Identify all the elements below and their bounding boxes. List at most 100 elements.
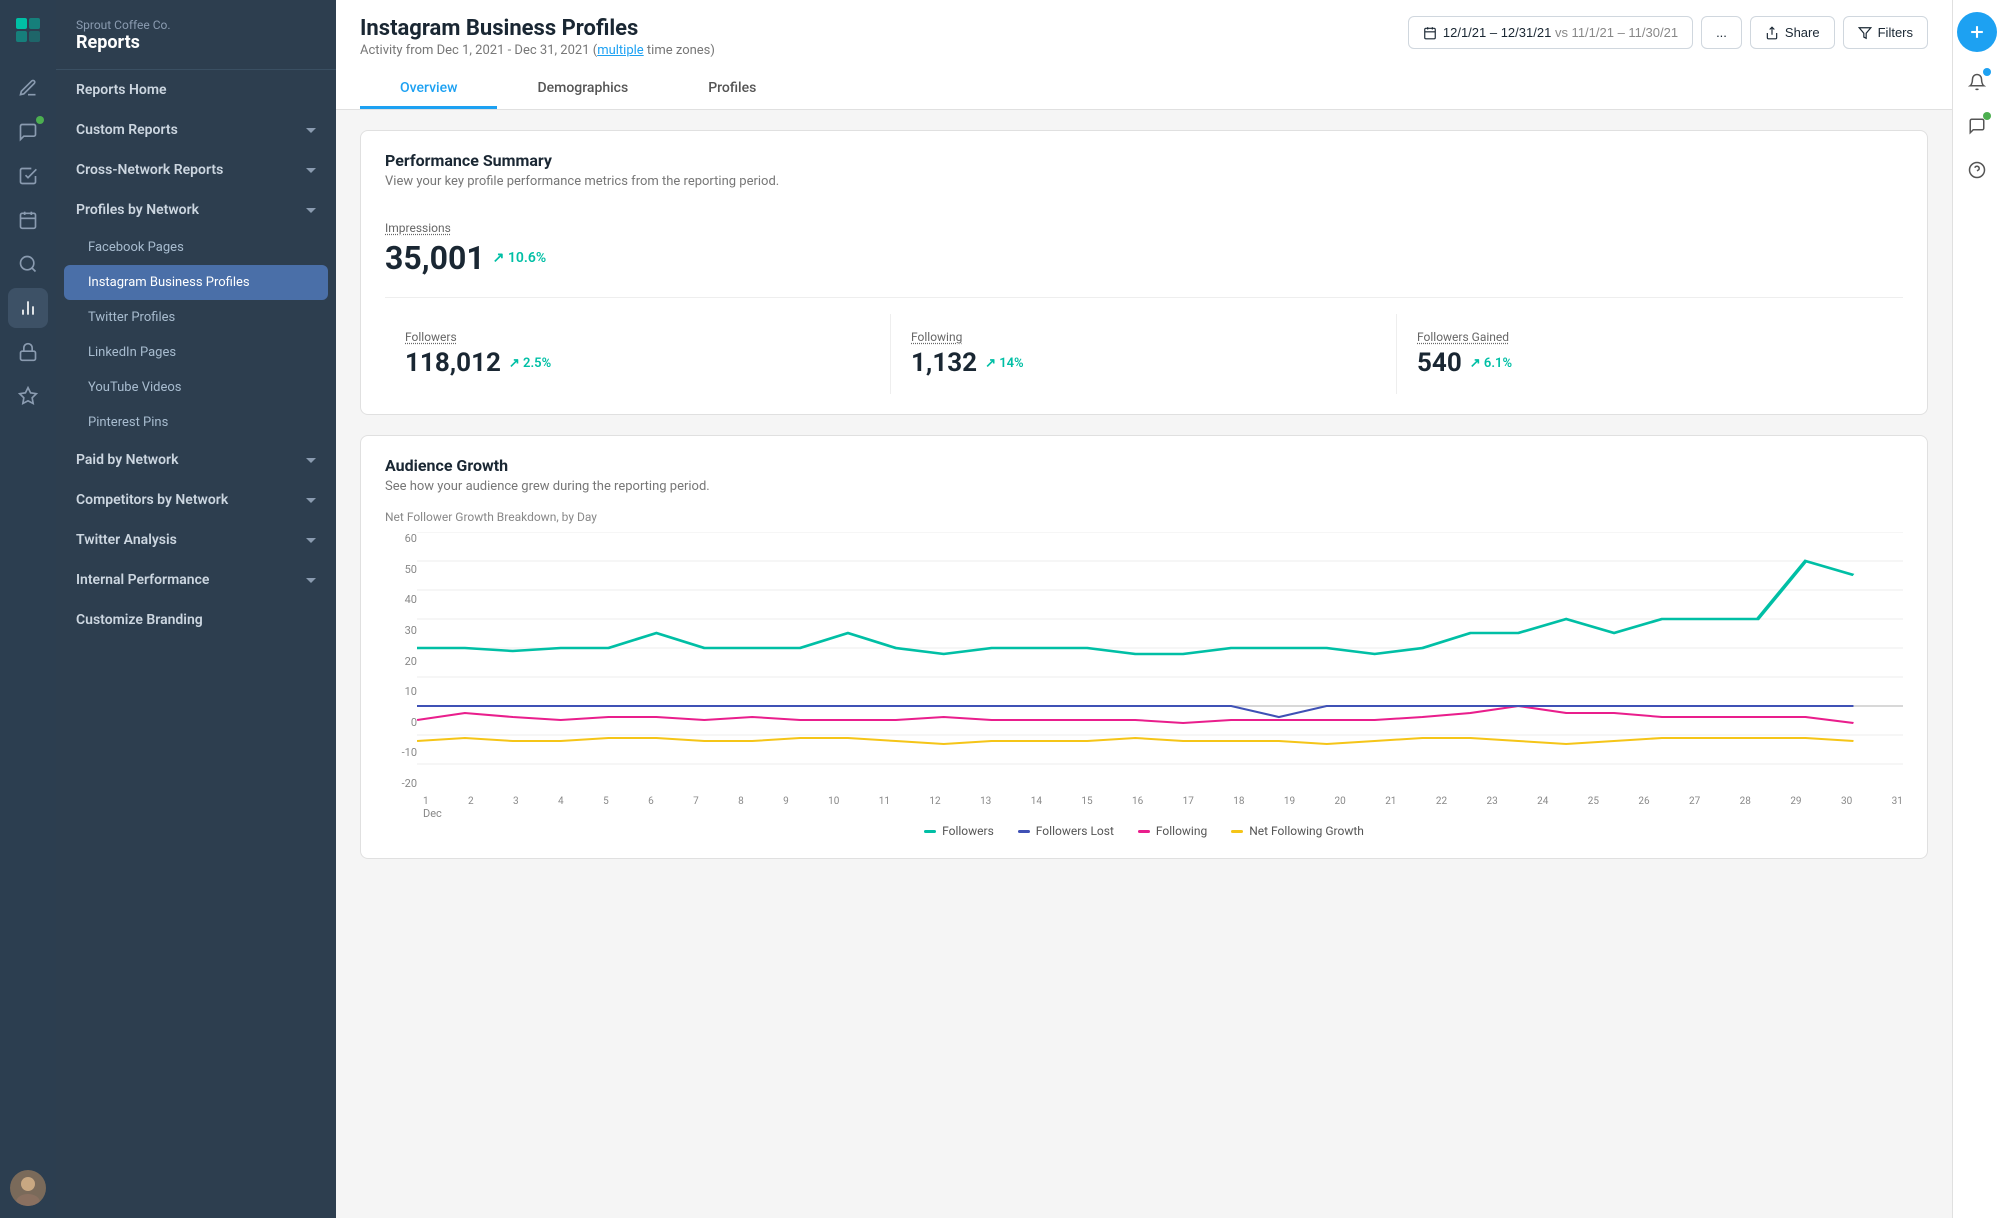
pinterest-label: Pinterest Pins — [88, 415, 168, 430]
custom-reports-chevron — [306, 128, 316, 133]
followers-cell: Followers 118,012 2.5% — [385, 314, 891, 394]
sidebar-sub-facebook[interactable]: Facebook Pages — [56, 230, 336, 265]
sidebar-sub-pinterest[interactable]: Pinterest Pins — [56, 405, 336, 440]
more-label: ... — [1716, 25, 1727, 40]
chart-container: 60 50 40 30 20 10 0 -10 -20 — [385, 532, 1903, 812]
y-60: 60 — [385, 532, 417, 545]
y-30: 30 — [385, 624, 417, 637]
filters-label: Filters — [1878, 25, 1913, 40]
followers-change: 2.5% — [509, 356, 551, 371]
create-button[interactable] — [1957, 12, 1997, 52]
net-growth-legend-dot — [1231, 830, 1243, 833]
nav-star-icon[interactable] — [8, 376, 48, 416]
cross-network-label: Cross-Network Reports — [76, 162, 223, 178]
followers-legend-label: Followers — [942, 824, 994, 838]
subtitle-link[interactable]: multiple — [597, 43, 644, 58]
header-actions: 12/1/21 – 12/31/21 vs 11/1/21 – 11/30/21… — [1408, 16, 1928, 49]
sidebar-sub-youtube[interactable]: YouTube Videos — [56, 370, 336, 405]
nav-tasks-icon[interactable] — [8, 156, 48, 196]
tabs: Overview Demographics Profiles — [360, 70, 1928, 109]
message-icon — [1968, 117, 1986, 135]
company-name: Sprout Coffee Co. — [76, 18, 316, 32]
followers-gained-value: 540 6.1% — [1417, 348, 1883, 378]
sidebar-item-internal-perf[interactable]: Internal Performance — [56, 560, 336, 600]
following-cell: Following 1,132 14% — [891, 314, 1397, 394]
reports-home-label: Reports Home — [76, 82, 167, 98]
followers-value: 118,012 2.5% — [405, 348, 870, 378]
bell-icon — [1968, 73, 1986, 91]
sidebar-item-competitors[interactable]: Competitors by Network — [56, 480, 336, 520]
y-20: 20 — [385, 655, 417, 668]
nav-compose-icon[interactable] — [8, 68, 48, 108]
impressions-change: 10.6% — [493, 250, 547, 266]
tab-profiles[interactable]: Profiles — [668, 70, 796, 109]
following-label: Following — [911, 330, 1376, 344]
sidebar-item-twitter-analysis[interactable]: Twitter Analysis — [56, 520, 336, 560]
youtube-label: YouTube Videos — [88, 380, 182, 395]
nav-listening-icon[interactable] — [8, 244, 48, 284]
x-axis-month: Dec — [385, 807, 1903, 820]
facebook-label: Facebook Pages — [88, 240, 184, 255]
notifications-button[interactable] — [1959, 64, 1995, 100]
main-content: Instagram Business Profiles Activity fro… — [336, 0, 1952, 1218]
page-header: Instagram Business Profiles Activity fro… — [336, 0, 1952, 110]
followers-line — [417, 561, 1853, 654]
followers-gained-label: Followers Gained — [1417, 330, 1883, 344]
twitter-analysis-chevron — [306, 538, 316, 543]
legend-following: Following — [1138, 824, 1207, 838]
sidebar-item-custom-reports[interactable]: Custom Reports — [56, 110, 336, 150]
subtitle-pre: Activity from Dec 1, 2021 - Dec 31, 2021… — [360, 43, 597, 58]
user-avatar[interactable] — [10, 1170, 46, 1206]
app-title: Reports — [76, 32, 316, 53]
metrics-row: Followers 118,012 2.5% Following 1,132 1… — [385, 314, 1903, 394]
linkedin-label: LinkedIn Pages — [88, 345, 176, 360]
impressions-section: Impressions 35,001 10.6% — [385, 205, 1903, 298]
sidebar-item-customize-branding[interactable]: Customize Branding — [56, 600, 336, 640]
performance-summary-card: Performance Summary View your key profil… — [360, 130, 1928, 415]
tab-overview[interactable]: Overview — [360, 70, 497, 109]
nav-publish-icon[interactable] — [8, 200, 48, 240]
y-50: 50 — [385, 563, 417, 576]
nav-bot-icon[interactable] — [8, 332, 48, 372]
date-range-text: 12/1/21 – 12/31/21 vs 11/1/21 – 11/30/21 — [1443, 25, 1678, 40]
sidebar-item-profiles-by-network[interactable]: Profiles by Network — [56, 190, 336, 230]
sidebar-sub-linkedin[interactable]: LinkedIn Pages — [56, 335, 336, 370]
sidebar-item-paid-by-network[interactable]: Paid by Network — [56, 440, 336, 480]
content-area: Performance Summary View your key profil… — [336, 110, 1952, 1218]
following-legend-label: Following — [1156, 824, 1207, 838]
messages-button[interactable] — [1959, 108, 1995, 144]
nav-inbox-icon[interactable] — [8, 112, 48, 152]
logo-icon[interactable] — [10, 12, 46, 48]
help-button[interactable] — [1959, 152, 1995, 188]
competitors-chevron — [306, 498, 316, 503]
create-icon — [1967, 22, 1987, 42]
perf-summary-subtitle: View your key profile performance metric… — [385, 174, 1903, 189]
subtitle-post: time zones) — [644, 43, 715, 58]
tab-demographics[interactable]: Demographics — [497, 70, 668, 109]
sidebar-item-reports-home[interactable]: Reports Home — [56, 70, 336, 110]
following-change: 14% — [985, 356, 1024, 371]
sidebar-item-cross-network[interactable]: Cross-Network Reports — [56, 150, 336, 190]
following-line — [417, 706, 1853, 723]
sidebar-sub-instagram[interactable]: Instagram Business Profiles — [64, 265, 328, 300]
date-range-button[interactable]: 12/1/21 – 12/31/21 vs 11/1/21 – 11/30/21 — [1408, 16, 1693, 49]
message-badge — [1983, 112, 1991, 120]
y-10: 10 — [385, 685, 417, 698]
following-value: 1,132 14% — [911, 348, 1376, 378]
sidebar-sub-twitter[interactable]: Twitter Profiles — [56, 300, 336, 335]
page-subtitle: Activity from Dec 1, 2021 - Dec 31, 2021… — [360, 43, 715, 58]
share-button[interactable]: Share — [1750, 16, 1835, 49]
calendar-icon — [1423, 26, 1437, 40]
share-icon — [1765, 26, 1779, 40]
competitors-label: Competitors by Network — [76, 492, 228, 508]
more-button[interactable]: ... — [1701, 16, 1742, 49]
filters-button[interactable]: Filters — [1843, 16, 1928, 49]
page-title: Instagram Business Profiles — [360, 16, 715, 41]
chart-legend: Followers Followers Lost Following Net F… — [385, 824, 1903, 838]
y-axis: 60 50 40 30 20 10 0 -10 -20 — [385, 532, 417, 792]
help-icon — [1968, 161, 1986, 179]
nav-reports-icon[interactable] — [8, 288, 48, 328]
share-label: Share — [1785, 25, 1820, 40]
chart-svg-container — [417, 532, 1903, 792]
paid-label: Paid by Network — [76, 452, 178, 468]
